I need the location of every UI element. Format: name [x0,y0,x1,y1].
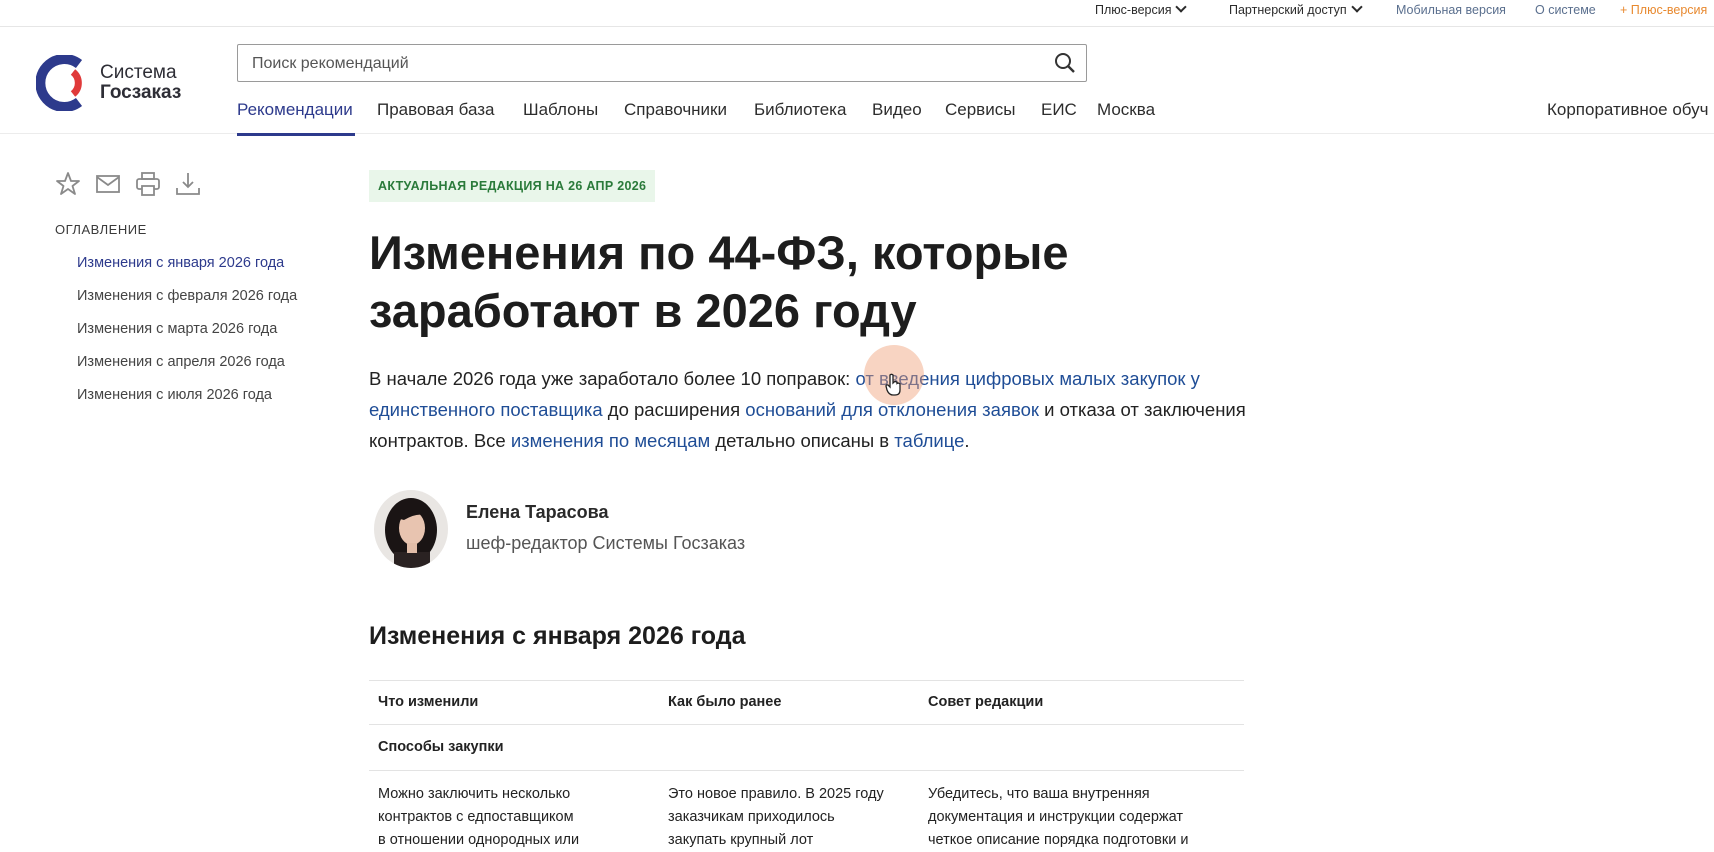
toc-item[interactable]: Изменения с марта 2026 года [77,321,277,337]
toc-item[interactable]: Изменения с февраля 2026 года [77,288,297,304]
toc-title: ОГЛАВЛЕНИЕ [55,222,147,237]
table-cell-line: контрактов с едпоставщиком [378,809,574,825]
table-cell-line: заказчикам приходилось [668,809,835,825]
toc-item[interactable]: Изменения с января 2026 года [77,255,284,271]
table-cell-line: Можно заключить несколько [378,786,571,802]
partner-access-label: Партнерский доступ [1229,3,1347,17]
chevron-down-icon [1175,1,1188,13]
search-icon[interactable] [1054,52,1076,79]
partner-access-menu[interactable]: Партнерский доступ [1229,1,1363,17]
download-icon[interactable] [174,170,202,203]
table-group-row: Способы закупки [369,724,1244,771]
hand-cursor-icon [885,373,903,402]
lead-link-table[interactable]: таблице [894,430,964,451]
logo-text[interactable]: Система Госзаказ [100,63,181,103]
site-header: Система Госзаказ Рекомендации Правовая б… [0,27,1714,136]
mobile-version-link[interactable]: Мобильная версия [1396,3,1506,17]
lead-text: до расширения [602,399,746,420]
page-title: Изменения по 44-ФЗ, которые заработают в… [369,226,1069,337]
section-title: Изменения с января 2026 года [369,622,746,650]
nav-item-corporate-training[interactable]: Корпоративное обуч [1547,100,1709,120]
author-role: шеф-редактор Системы Госзаказ [466,533,746,553]
nav-item-recommendations[interactable]: Рекомендации [237,100,353,120]
nav-item-services[interactable]: Сервисы [945,100,1015,120]
star-icon[interactable] [54,170,82,203]
plus-version-menu[interactable]: Плюс-версия [1095,1,1188,17]
nav-item-reference-books[interactable]: Справочники [624,100,727,120]
table-cell-line: в отношении однородных или [378,832,580,848]
article-lead: В начале 2026 года уже заработало более … [369,363,1269,456]
table-header-cell: Что изменили [378,694,479,710]
search-input[interactable] [250,45,1034,82]
table-row: Можно заключить несколько контрактов с е… [369,770,1244,851]
logo-line2: Госзаказ [100,82,182,103]
table-header-cell: Совет редакции [928,694,1044,710]
lead-text: В начале 2026 года уже заработало более … [369,368,856,389]
lead-link-monthly-changes[interactable]: изменения по месяцам [511,430,710,451]
nav-item-eis[interactable]: ЕИС [1041,100,1077,120]
nav-item-video[interactable]: Видео [872,100,922,120]
table-cell-line: Убедитесь, что ваша внутренняя [928,786,1150,802]
lead-text: детально описаны в [710,430,895,451]
nav-item-legal-base[interactable]: Правовая база [377,100,495,120]
search-box [237,44,1087,82]
plus-version-promo-link[interactable]: + Плюс-версия [1620,3,1707,17]
toc-item[interactable]: Изменения с апреля 2026 года [77,354,285,370]
lead-text: . [964,430,970,451]
table-header-row: Что изменили Как было ранее Совет редакц… [369,680,1244,725]
author-name[interactable]: Елена Тарасова [466,502,609,523]
print-icon[interactable] [134,170,162,203]
table-group-cell: Способы закупки [378,739,504,755]
table-cell-line: документация и инструкции содержат [928,809,1183,825]
author-avatar [374,490,448,568]
table-cell-line: Это новое правило. В 2025 году [668,786,884,802]
toc-item[interactable]: Изменения с июля 2026 года [77,387,272,403]
top-utility-bar: Плюс-версия Партнерский доступ Мобильная… [0,0,1714,27]
chevron-down-icon [1351,1,1363,13]
table-header-cell: Как было ранее [668,694,782,710]
mail-icon[interactable] [94,170,122,203]
nav-item-templates[interactable]: Шаблоны [523,100,598,120]
plus-version-label: Плюс-версия [1095,3,1172,17]
nav-active-underline [237,133,355,136]
table-cell-line: закупать крупный лот [668,832,814,848]
nav-item-library[interactable]: Библиотека [754,100,846,120]
nav-item-moscow[interactable]: Москва [1097,100,1155,120]
about-link[interactable]: О системе [1535,3,1596,17]
plus-icon: + [1620,3,1628,17]
table-cell-line: четкое описание порядка подготовки и [928,832,1189,848]
logo-line1: Система [100,62,177,83]
plus-version-promo-label: Плюс-версия [1630,3,1708,17]
logo-icon[interactable] [35,54,92,116]
edition-badge: АКТУАЛЬНАЯ РЕДАКЦИЯ НА 26 АПР 2026 [369,170,656,202]
